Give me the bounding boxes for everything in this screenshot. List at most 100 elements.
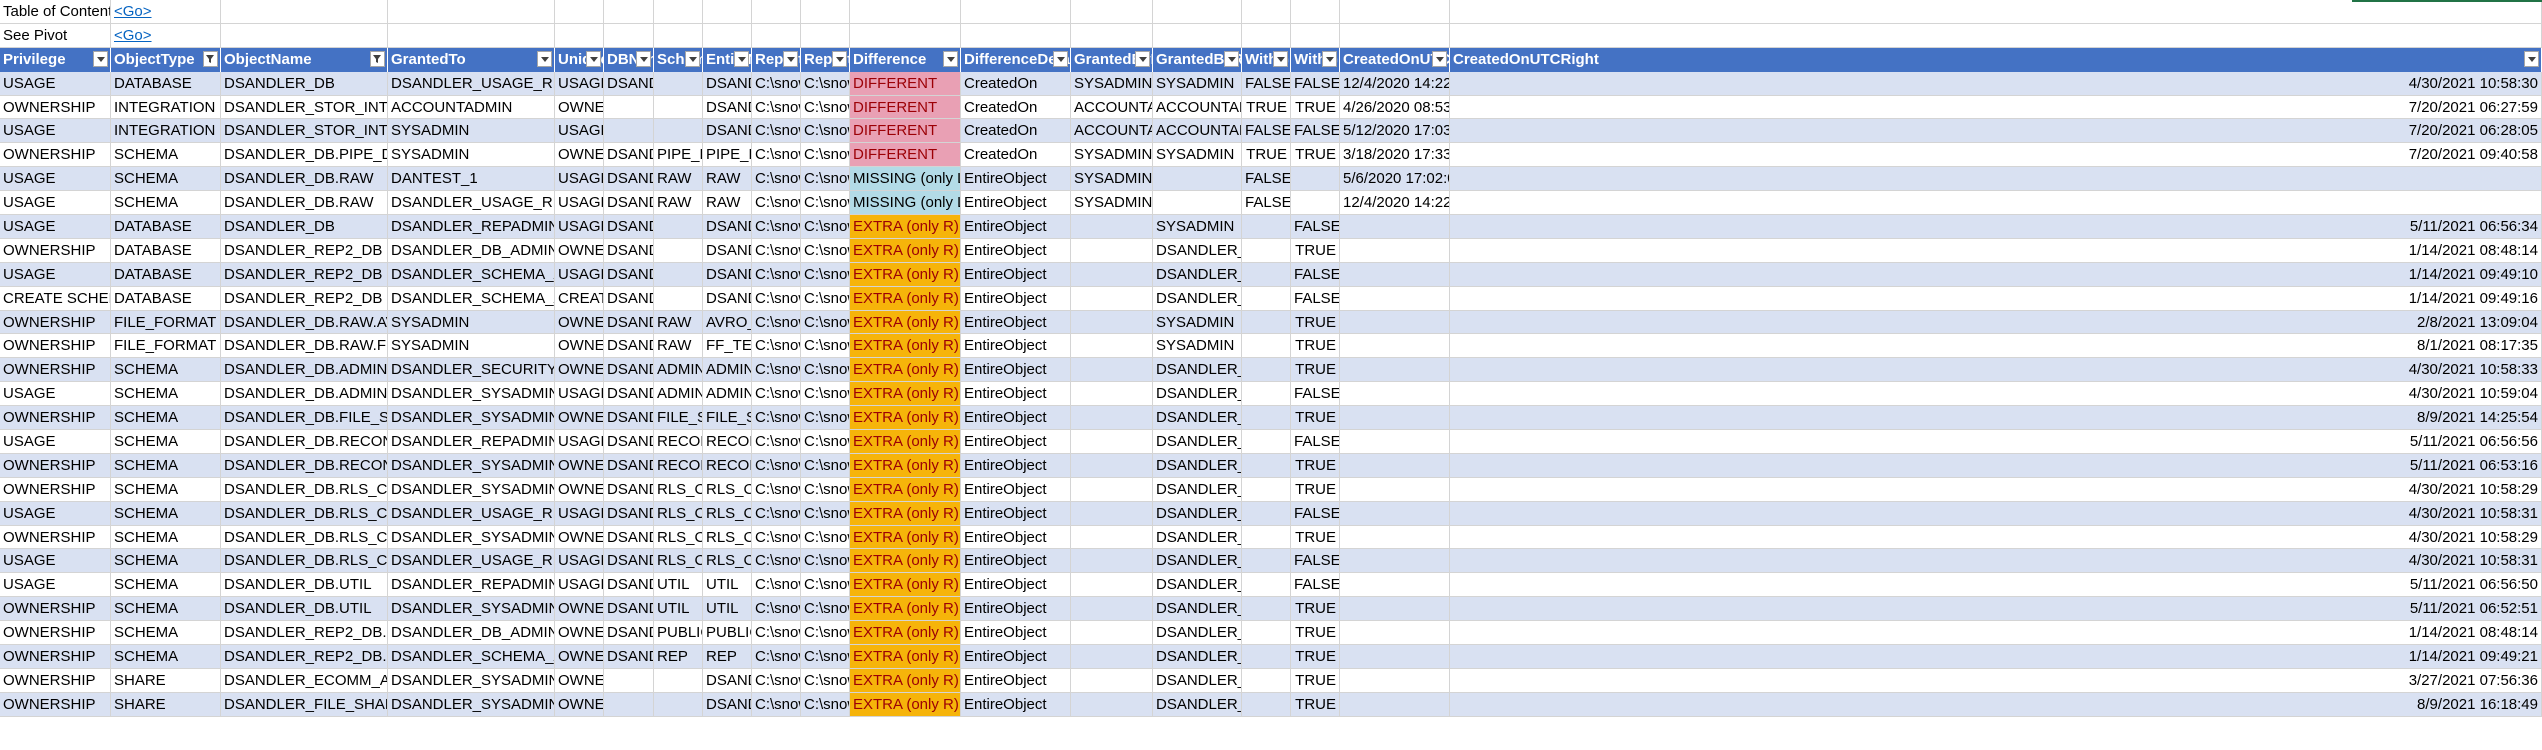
cell-unique[interactable]: USAGE-DA (555, 71, 604, 96)
cell-createdonutcright[interactable]: 5/11/2021 06:56:56 (1450, 430, 2542, 454)
cell-difference[interactable]: EXTRA (only R) (850, 525, 961, 550)
cell-grantedbyright[interactable]: DSANDLER_SYSADN (1153, 406, 1242, 431)
dropdown-arrow-icon[interactable] (685, 50, 700, 67)
cell-grantedbyleft[interactable] (1071, 262, 1153, 287)
cell-grantedto[interactable]: DSANDLER_DB_ADMIN (388, 238, 555, 263)
empty-cell[interactable] (604, 23, 654, 48)
cell-unique[interactable]: USAGE-SC (555, 501, 604, 526)
cell-objectname[interactable]: DSANDLER_FILE_SHARE (221, 692, 388, 717)
cell-dbnam[interactable]: DSANDLEF (604, 597, 654, 622)
cell-grantedbyright[interactable]: DSANDLER_SYSADN (1153, 549, 1242, 574)
cell-grantedbyleft[interactable] (1071, 621, 1153, 646)
cell-grantedbyleft[interactable] (1071, 382, 1153, 407)
cell-entityn[interactable]: RECON (703, 430, 752, 454)
cell-privilege[interactable]: OWNERSHIP (0, 597, 111, 622)
cell-withgr[interactable]: FALSE (1242, 167, 1291, 192)
cell-createdonutcleft[interactable] (1340, 453, 1450, 478)
cell-createdonutcleft[interactable] (1340, 430, 1450, 454)
cell-schema[interactable]: FILE_SHAR (654, 406, 703, 431)
cell-difference[interactable]: DIFFERENT (850, 95, 961, 120)
cell-grantedbyleft[interactable]: ACCOUNTADMIN (1071, 95, 1153, 120)
cell-grantedto[interactable]: DSANDLER_SYSADMIN (388, 382, 555, 407)
column-header-withgr[interactable]: WithGr (1242, 47, 1291, 72)
cell-grantedbyright[interactable]: DSANDLER_SECURI (1153, 358, 1242, 383)
cell-difference[interactable]: EXTRA (only R) (850, 262, 961, 287)
cell-report[interactable]: C:\snowfla (801, 143, 850, 168)
cell-objecttype[interactable]: DATABASE (111, 262, 221, 287)
cell-unique[interactable]: USAGE-SC (555, 573, 604, 598)
cell-createdonutcleft[interactable] (1340, 286, 1450, 311)
cell-report[interactable]: C:\snowfla (801, 692, 850, 717)
empty-cell[interactable] (388, 23, 555, 48)
cell-withgr[interactable]: TRUE (1291, 477, 1340, 502)
empty-cell[interactable] (1242, 0, 1291, 24)
cell-differencedetails[interactable]: CreatedOn (961, 95, 1071, 120)
cell-report[interactable]: C:\snowfla (801, 501, 850, 526)
cell-withgr[interactable]: FALSE (1291, 215, 1340, 239)
cell-objecttype[interactable]: SHARE (111, 692, 221, 717)
cell-createdonutcright[interactable]: 1/14/2021 09:49:21 (1450, 645, 2542, 669)
column-header-privilege[interactable]: Privilege (0, 47, 111, 72)
cell-createdonutcright[interactable]: 3/27/2021 07:56:36 (1450, 668, 2542, 693)
go-link[interactable]: <Go> (111, 23, 221, 48)
cell-objectname[interactable]: DSANDLER_DB.RLS_CLS_SHR (221, 549, 388, 574)
cell-difference[interactable]: EXTRA (only R) (850, 692, 961, 717)
cell-createdonutcleft[interactable] (1340, 597, 1450, 622)
cell-differencedetails[interactable]: EntireObject (961, 430, 1071, 454)
cell-objecttype[interactable]: SCHEMA (111, 549, 221, 574)
cell-report[interactable]: C:\snowfla (752, 167, 801, 192)
cell-differencedetails[interactable]: EntireObject (961, 406, 1071, 431)
cell-createdonutcright[interactable]: 4/30/2021 10:58:33 (1450, 358, 2542, 383)
cell-difference[interactable]: MISSING (only L) (850, 167, 961, 192)
cell-unique[interactable]: OWNERSH (555, 310, 604, 335)
cell-objecttype[interactable]: SCHEMA (111, 167, 221, 192)
cell-dbnam[interactable]: DSANDLEF (604, 167, 654, 192)
cell-schema[interactable] (654, 286, 703, 311)
cell-entityn[interactable]: PIPE_DEM (703, 143, 752, 168)
cell-withgr[interactable] (1242, 501, 1291, 526)
cell-objecttype[interactable]: SCHEMA (111, 453, 221, 478)
cell-difference[interactable]: EXTRA (only R) (850, 621, 961, 646)
cell-grantedbyright[interactable]: DSANDLER_SYSADN (1153, 597, 1242, 622)
cell-grantedbyleft[interactable] (1071, 430, 1153, 454)
cell-objectname[interactable]: DSANDLER_DB.RLS_CLS_SHR (221, 525, 388, 550)
cell-objectname[interactable]: DSANDLER_REP2_DB.REP (221, 645, 388, 669)
cell-createdonutcright[interactable]: 1/14/2021 09:49:16 (1450, 286, 2542, 311)
cell-unique[interactable]: OWNERSH (555, 358, 604, 383)
cell-grantedbyright[interactable]: DSANDLER_SYSADN (1153, 477, 1242, 502)
cell-grantedbyright[interactable]: DSANDLER_SCHEM (1153, 645, 1242, 669)
cell-entityn[interactable]: RLS_CLS (703, 477, 752, 502)
cell-withgr[interactable]: FALSE (1291, 573, 1340, 598)
column-header-report[interactable]: Report (752, 47, 801, 72)
cell-createdonutcright[interactable]: 1/14/2021 08:48:14 (1450, 621, 2542, 646)
cell-report[interactable]: C:\snowfla (801, 525, 850, 550)
cell-grantedto[interactable]: DSANDLER_USAGE_RL (388, 501, 555, 526)
cell-difference[interactable]: EXTRA (only R) (850, 358, 961, 383)
cell-grantedbyleft[interactable] (1071, 573, 1153, 598)
cell-withgr[interactable]: TRUE (1242, 95, 1291, 120)
cell-privilege[interactable]: USAGE (0, 191, 111, 216)
cell-report[interactable]: C:\snowfla (801, 430, 850, 454)
cell-dbnam[interactable]: DSANDLEF (604, 549, 654, 574)
cell-entityn[interactable]: RECON (703, 453, 752, 478)
cell-grantedto[interactable]: DSANDLER_SYSADMIN (388, 406, 555, 431)
column-header-report[interactable]: Report (801, 47, 850, 72)
cell-entityn[interactable]: DSANDLEF (703, 95, 752, 120)
dropdown-arrow-icon[interactable] (1135, 50, 1150, 67)
cell-dbnam[interactable]: DSANDLEF (604, 310, 654, 335)
cell-grantedto[interactable]: DSANDLER_SYSADMIN (388, 453, 555, 478)
cell-createdonutcright[interactable]: 4/30/2021 10:58:29 (1450, 477, 2542, 502)
cell-unique[interactable]: OWNERSH (555, 597, 604, 622)
cell-grantedto[interactable]: DSANDLER_SYSADMIN (388, 692, 555, 717)
cell-report[interactable]: C:\snowfla (752, 597, 801, 622)
cell-objecttype[interactable]: SHARE (111, 668, 221, 693)
cell-objecttype[interactable]: DATABASE (111, 215, 221, 239)
cell-createdonutcleft[interactable] (1340, 621, 1450, 646)
cell-difference[interactable]: EXTRA (only R) (850, 549, 961, 574)
empty-cell[interactable] (1153, 0, 1242, 24)
cell-difference[interactable]: EXTRA (only R) (850, 573, 961, 598)
cell-grantedbyleft[interactable] (1071, 358, 1153, 383)
cell-difference[interactable]: EXTRA (only R) (850, 668, 961, 693)
cell-entityn[interactable]: DSANDLEF (703, 692, 752, 717)
cell-differencedetails[interactable]: EntireObject (961, 477, 1071, 502)
